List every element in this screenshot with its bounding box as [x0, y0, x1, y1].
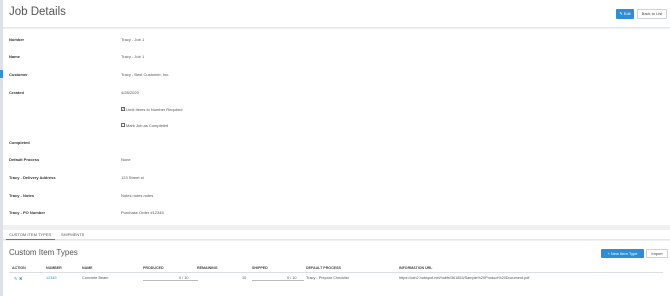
tab-shipments[interactable]: SHIPMENTS: [61, 232, 84, 237]
custom-item-types-table: ACTION NUMBER NAME PRODUCED REMAINING SH…: [9, 263, 663, 293]
column-header-action: ACTION: [12, 266, 26, 270]
detail-label-customer: Customer: [9, 72, 28, 77]
delete-row-icon[interactable]: ✖: [19, 276, 22, 281]
mark-completed-checkbox[interactable]: Mark Job as Completed: [121, 123, 168, 128]
detail-row-created: Created 4/28/2020: [9, 90, 659, 100]
page-header: Job Details ✎Edit Back to List: [3, 0, 670, 28]
detail-row-notes: Tracy - Notes Notes notes notes: [9, 193, 659, 203]
back-to-list-button[interactable]: Back to List: [637, 9, 667, 19]
new-item-type-button[interactable]: + New Item Type: [601, 249, 644, 258]
detail-row-name: Name Tracy - Job 1: [9, 54, 659, 64]
detail-value-created: 4/28/2020: [121, 90, 139, 95]
edit-row-icon[interactable]: ✎: [14, 276, 17, 281]
detail-value-po-number: Purchase Order #12345: [121, 210, 164, 215]
pencil-icon: ✎: [619, 11, 623, 16]
edit-button[interactable]: ✎Edit: [616, 9, 634, 19]
edit-button-label: Edit: [623, 11, 631, 16]
column-header-produced[interactable]: PRODUCED: [143, 266, 164, 270]
detail-label-po-number: Tracy - PO Number: [9, 210, 46, 215]
detail-value-name: Tracy - Job 1: [121, 54, 145, 59]
mark-completed-label: Mark Job as Completed: [126, 123, 169, 128]
item-default-process: Tracy - Prepour Checklist: [306, 276, 349, 280]
item-number-link[interactable]: 12345: [46, 276, 57, 280]
table-header-divider: [9, 272, 663, 273]
active-tab-underline: [6, 239, 55, 240]
checkbox-checked-icon: ✓: [121, 107, 125, 112]
detail-row-default-process: Default Process None: [9, 157, 659, 167]
limit-items-checkbox[interactable]: ✓Limit Items to Number Required: [121, 107, 182, 112]
custom-item-types-panel: Custom Item Types + New Item Type Import…: [3, 241, 670, 296]
detail-row-delivery-address: Tracy - Delivery Address 123 Street st: [9, 175, 659, 185]
item-shipped: 0 / 10: [287, 276, 297, 280]
detail-row-po-number: Tracy - PO Number Purchase Order #12345: [9, 210, 659, 220]
column-header-information-url[interactable]: INFORMATION URL: [399, 266, 432, 270]
detail-label-name: Name: [9, 54, 20, 59]
detail-row-number: Number Tracy - Job 1: [9, 37, 659, 47]
detail-label-completed: Completed: [9, 140, 30, 145]
detail-value-default-process: None: [121, 157, 131, 162]
item-name: Concrete Beam: [82, 276, 109, 280]
page-title: Job Details: [9, 6, 66, 18]
item-information-url[interactable]: https://cdn2.hubspot.net/hubfs/361853/Sa…: [399, 276, 529, 280]
detail-row-completed: Completed: [9, 140, 659, 150]
column-header-shipped[interactable]: SHIPPED: [252, 266, 268, 270]
job-details-panel: Number Tracy - Job 1 Name Tracy - Job 1 …: [3, 29, 670, 225]
column-header-default-process[interactable]: DEFAULT PROCESS: [306, 266, 341, 270]
tab-custom-item-types[interactable]: CUSTOM ITEM TYPES: [9, 232, 51, 237]
limit-items-label: Limit Items to Number Required: [126, 107, 183, 112]
detail-row-customer: Customer Tracy - Best Customer, Inc.: [9, 72, 659, 82]
item-produced: 0 / 10: [179, 276, 189, 280]
detail-label-delivery-address: Tracy - Delivery Address: [9, 175, 56, 180]
checkbox-unchecked-icon: [121, 123, 125, 128]
detail-value-number: Tracy - Job 1: [121, 37, 145, 42]
section-title: Custom Item Types: [9, 248, 78, 257]
detail-label-default-process: Default Process: [9, 157, 40, 162]
detail-label-created: Created: [9, 90, 24, 95]
column-header-number: NUMBER: [46, 266, 62, 270]
column-header-name[interactable]: NAME: [82, 266, 93, 270]
detail-label-number: Number: [9, 37, 25, 42]
detail-label-notes: Tracy - Notes: [9, 193, 35, 198]
detail-value-customer: Tracy - Best Customer, Inc.: [121, 72, 170, 77]
detail-value-notes: Notes notes notes: [121, 193, 154, 198]
item-remaining: 10: [242, 276, 247, 280]
produced-input[interactable]: [143, 274, 198, 281]
import-button[interactable]: Import: [646, 249, 668, 258]
detail-value-delivery-address: 123 Street st: [121, 175, 144, 180]
column-header-remaining[interactable]: REMAINING: [197, 266, 218, 270]
tabs-bar: CUSTOM ITEM TYPES SHIPMENTS: [3, 230, 670, 240]
